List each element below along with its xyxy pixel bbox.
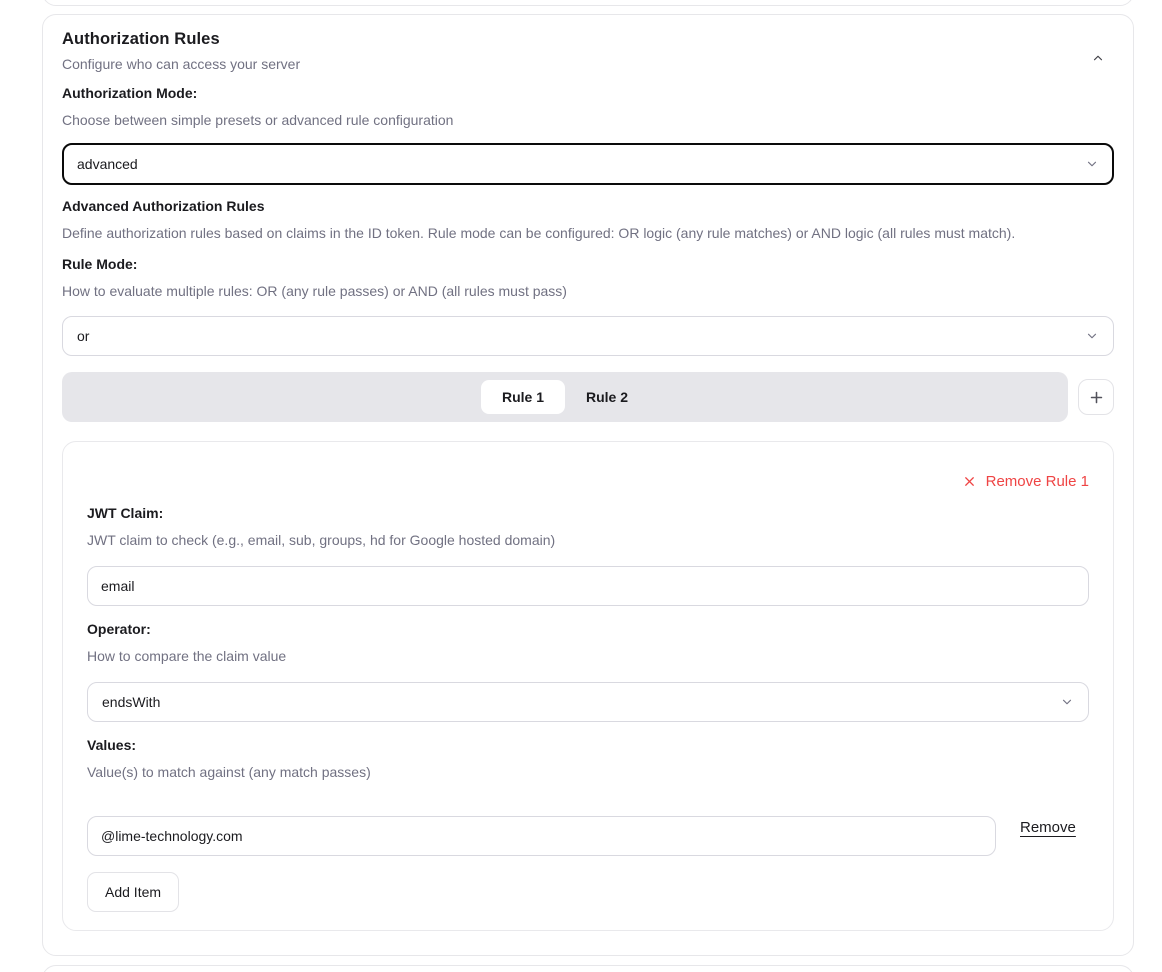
page-subtitle: Configure who can access your server <box>62 56 300 72</box>
operator-value: endsWith <box>102 694 160 710</box>
chevron-down-icon <box>1085 329 1099 343</box>
authorization-mode-value: advanced <box>77 156 138 172</box>
x-icon <box>962 474 977 489</box>
tab-rule-2[interactable]: Rule 2 <box>565 380 649 414</box>
section-header-text: Authorization Rules Configure who can ac… <box>62 30 300 72</box>
jwt-claim-input[interactable] <box>87 566 1089 606</box>
jwt-claim-label: JWT Claim: <box>87 505 1089 521</box>
page-title: Authorization Rules <box>62 30 300 49</box>
operator-select[interactable]: endsWith <box>87 682 1089 722</box>
rule-tabs-bar: Rule 1 Rule 2 <box>62 372 1068 422</box>
chevron-down-icon <box>1060 695 1074 709</box>
remove-rule-label: Remove Rule 1 <box>986 473 1089 490</box>
value-item-row: Remove <box>87 798 1089 856</box>
remove-value-link[interactable]: Remove <box>1020 819 1076 836</box>
rule-mode-description: How to evaluate multiple rules: OR (any … <box>62 283 1114 299</box>
add-rule-button[interactable] <box>1078 379 1114 415</box>
rule-mode-value: or <box>77 328 89 344</box>
rule-mode-select[interactable]: or <box>62 316 1114 356</box>
next-section-card <box>42 965 1134 972</box>
jwt-claim-description: JWT claim to check (e.g., email, sub, gr… <box>87 532 1089 548</box>
collapse-section-button[interactable] <box>1084 44 1112 72</box>
authorization-mode-select[interactable]: advanced <box>62 143 1114 185</box>
previous-section-card <box>42 0 1134 6</box>
add-item-button[interactable]: Add Item <box>87 872 179 912</box>
authorization-rules-card: Authorization Rules Configure who can ac… <box>42 14 1134 956</box>
plus-icon <box>1088 389 1105 406</box>
values-description: Value(s) to match against (any match pas… <box>87 764 1089 780</box>
remove-rule-button[interactable]: Remove Rule 1 <box>87 473 1089 490</box>
values-label: Values: <box>87 737 1089 753</box>
chevron-down-icon <box>1085 157 1099 171</box>
advanced-rules-description: Define authorization rules based on clai… <box>62 225 1114 241</box>
rule-mode-label: Rule Mode: <box>62 256 1114 272</box>
tab-rule-1[interactable]: Rule 1 <box>481 380 565 414</box>
authorization-mode-label: Authorization Mode: <box>62 85 1114 101</box>
authorization-mode-description: Choose between simple presets or advance… <box>62 112 1114 128</box>
chevron-up-icon <box>1091 51 1105 65</box>
advanced-rules-heading: Advanced Authorization Rules <box>62 198 1114 214</box>
value-input[interactable] <box>87 816 996 856</box>
section-header: Authorization Rules Configure who can ac… <box>62 30 1114 72</box>
rule-1-card: Remove Rule 1 JWT Claim: JWT claim to ch… <box>62 441 1114 931</box>
rule-tabs-row: Rule 1 Rule 2 <box>62 372 1114 422</box>
operator-label: Operator: <box>87 621 1089 637</box>
operator-description: How to compare the claim value <box>87 648 1089 664</box>
